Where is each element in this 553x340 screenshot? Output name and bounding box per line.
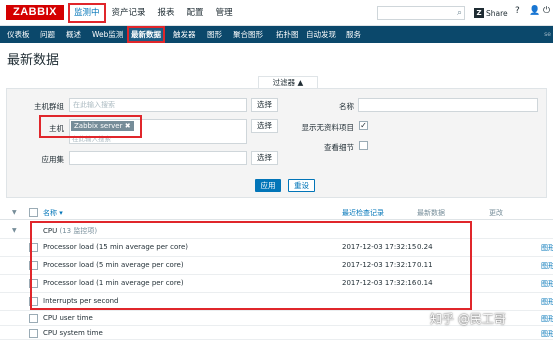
- submenu-dashboard[interactable]: 仪表板: [7, 26, 30, 43]
- submenu-discovery[interactable]: 自动发现: [306, 26, 336, 43]
- graph-link[interactable]: 图形: [541, 314, 553, 324]
- zabbix-logo[interactable]: ZABBIX: [6, 5, 64, 20]
- menu-reports[interactable]: 报表: [152, 3, 181, 23]
- submenu-triggers[interactable]: 触发器: [173, 26, 196, 43]
- reset-button[interactable]: 重设: [288, 179, 315, 192]
- application-label: 应用集: [41, 155, 65, 164]
- submenu-services[interactable]: 服务: [346, 26, 361, 43]
- column-name[interactable]: 名称 ▾: [43, 208, 63, 218]
- menu-administration[interactable]: 管理: [210, 3, 239, 23]
- group-row-cpu[interactable]: ▼ CPU (13 监控项): [0, 222, 553, 239]
- show-no-data-label: 显示无资料项目: [301, 123, 355, 132]
- submenu-right-text: se: [544, 31, 551, 38]
- table-row: Processor load (1 min average per core) …: [0, 275, 553, 293]
- close-icon[interactable]: ✖: [125, 122, 131, 130]
- global-search-input[interactable]: ⌕: [377, 6, 465, 20]
- show-no-data-checkbox[interactable]: ✓: [359, 121, 368, 130]
- menu-monitoring[interactable]: 监测中: [68, 3, 106, 23]
- top-bar: ZABBIX 监测中 资产记录 报表 配置 管理 ⌕ Z Share ? 👤 ⏻: [0, 0, 553, 26]
- graph-link[interactable]: 图形: [541, 329, 553, 339]
- table-row: CPU system time 图形: [0, 326, 553, 340]
- page-title: 最新数据: [7, 53, 60, 68]
- item-last-value: 0.14: [417, 279, 433, 287]
- host-label: 主机: [49, 124, 64, 133]
- item-name: Processor load (15 min average per core): [43, 243, 189, 251]
- collapse-all-icon[interactable]: ▼: [12, 209, 17, 216]
- menu-configuration[interactable]: 配置: [181, 3, 210, 23]
- group-label: CPU (13 监控项): [43, 227, 98, 235]
- host-group-input[interactable]: 在此输入搜索: [69, 98, 247, 112]
- power-icon[interactable]: ⏻: [543, 6, 550, 16]
- share-label: Share: [486, 8, 508, 18]
- show-details-checkbox[interactable]: [359, 141, 368, 150]
- item-name: CPU system time: [43, 329, 103, 337]
- host-search-placeholder: 在此输入搜索: [72, 135, 111, 143]
- help-icon[interactable]: ?: [515, 6, 520, 16]
- submenu-latest-data[interactable]: 最新数据: [127, 26, 165, 43]
- submenu-problems[interactable]: 问题: [40, 26, 55, 43]
- host-group-label: 主机群组: [34, 102, 64, 111]
- collapse-group-icon[interactable]: ▼: [12, 227, 17, 234]
- row-checkbox[interactable]: [29, 297, 38, 306]
- table-row: Interrupts per second 图形: [0, 293, 553, 311]
- column-last-value: 最新数据: [417, 209, 445, 217]
- name-input[interactable]: [358, 98, 538, 112]
- submenu-maps[interactable]: 拓扑图: [276, 26, 299, 43]
- item-last-check: 2017-12-03 17:32:15: [342, 243, 417, 251]
- table-header: ▼ 名称 ▾ 最近检查记录 最新数据 更改: [0, 206, 553, 220]
- sub-menu: 仪表板 问题 概述 Web监测 最新数据 触发器 图形 聚合图形 拓扑图 自动发…: [0, 26, 553, 43]
- submenu-web[interactable]: Web监测: [92, 26, 123, 43]
- row-checkbox[interactable]: [29, 329, 38, 338]
- apply-button[interactable]: 应用: [255, 179, 281, 192]
- submenu-graphs[interactable]: 图形: [207, 26, 222, 43]
- host-chip-zabbix-server[interactable]: Zabbix server ✖: [71, 121, 134, 131]
- main-menu: 监测中 资产记录 报表 配置 管理: [68, 3, 239, 23]
- item-last-value: 0.24: [417, 243, 433, 251]
- search-icon[interactable]: ⌕: [457, 8, 462, 18]
- watermark: 知乎 @民工哥: [430, 312, 506, 326]
- show-details-label: 查看细节: [324, 143, 354, 152]
- item-last-check: 2017-12-03 17:32:16: [342, 279, 417, 287]
- application-input[interactable]: [69, 151, 247, 165]
- submenu-screens[interactable]: 聚合图形: [233, 26, 263, 43]
- column-last-check[interactable]: 最近检查记录: [342, 208, 384, 218]
- table-row: Processor load (5 min average per core) …: [0, 257, 553, 275]
- row-checkbox[interactable]: [29, 261, 38, 270]
- row-checkbox[interactable]: [29, 279, 38, 288]
- graph-link[interactable]: 图形: [541, 279, 553, 289]
- user-icon[interactable]: 👤: [529, 6, 540, 16]
- zabbix-share-icon: Z: [474, 8, 484, 18]
- row-checkbox[interactable]: [29, 314, 38, 323]
- item-name: Processor load (5 min average per core): [43, 261, 184, 269]
- table-row: Processor load (15 min average per core)…: [0, 239, 553, 257]
- application-select-button[interactable]: 选择: [251, 151, 278, 165]
- item-last-value: 0.11: [417, 261, 433, 269]
- item-last-check: 2017-12-03 17:32:17: [342, 261, 417, 269]
- submenu-overview[interactable]: 概述: [66, 26, 81, 43]
- host-select-button[interactable]: 选择: [251, 119, 278, 133]
- menu-inventory[interactable]: 资产记录: [106, 3, 152, 23]
- item-name: CPU user time: [43, 314, 93, 322]
- select-all-checkbox[interactable]: [29, 208, 38, 217]
- graph-link[interactable]: 图形: [541, 297, 553, 307]
- name-label: 名称: [339, 102, 354, 111]
- host-group-select-button[interactable]: 选择: [251, 98, 278, 112]
- row-checkbox[interactable]: [29, 243, 38, 252]
- item-name: Interrupts per second: [43, 297, 119, 305]
- graph-link[interactable]: 图形: [541, 261, 553, 271]
- column-change: 更改: [489, 209, 503, 217]
- item-name: Processor load (1 min average per core): [43, 279, 184, 287]
- graph-link[interactable]: 图形: [541, 243, 553, 253]
- share-link[interactable]: Z Share: [474, 6, 508, 20]
